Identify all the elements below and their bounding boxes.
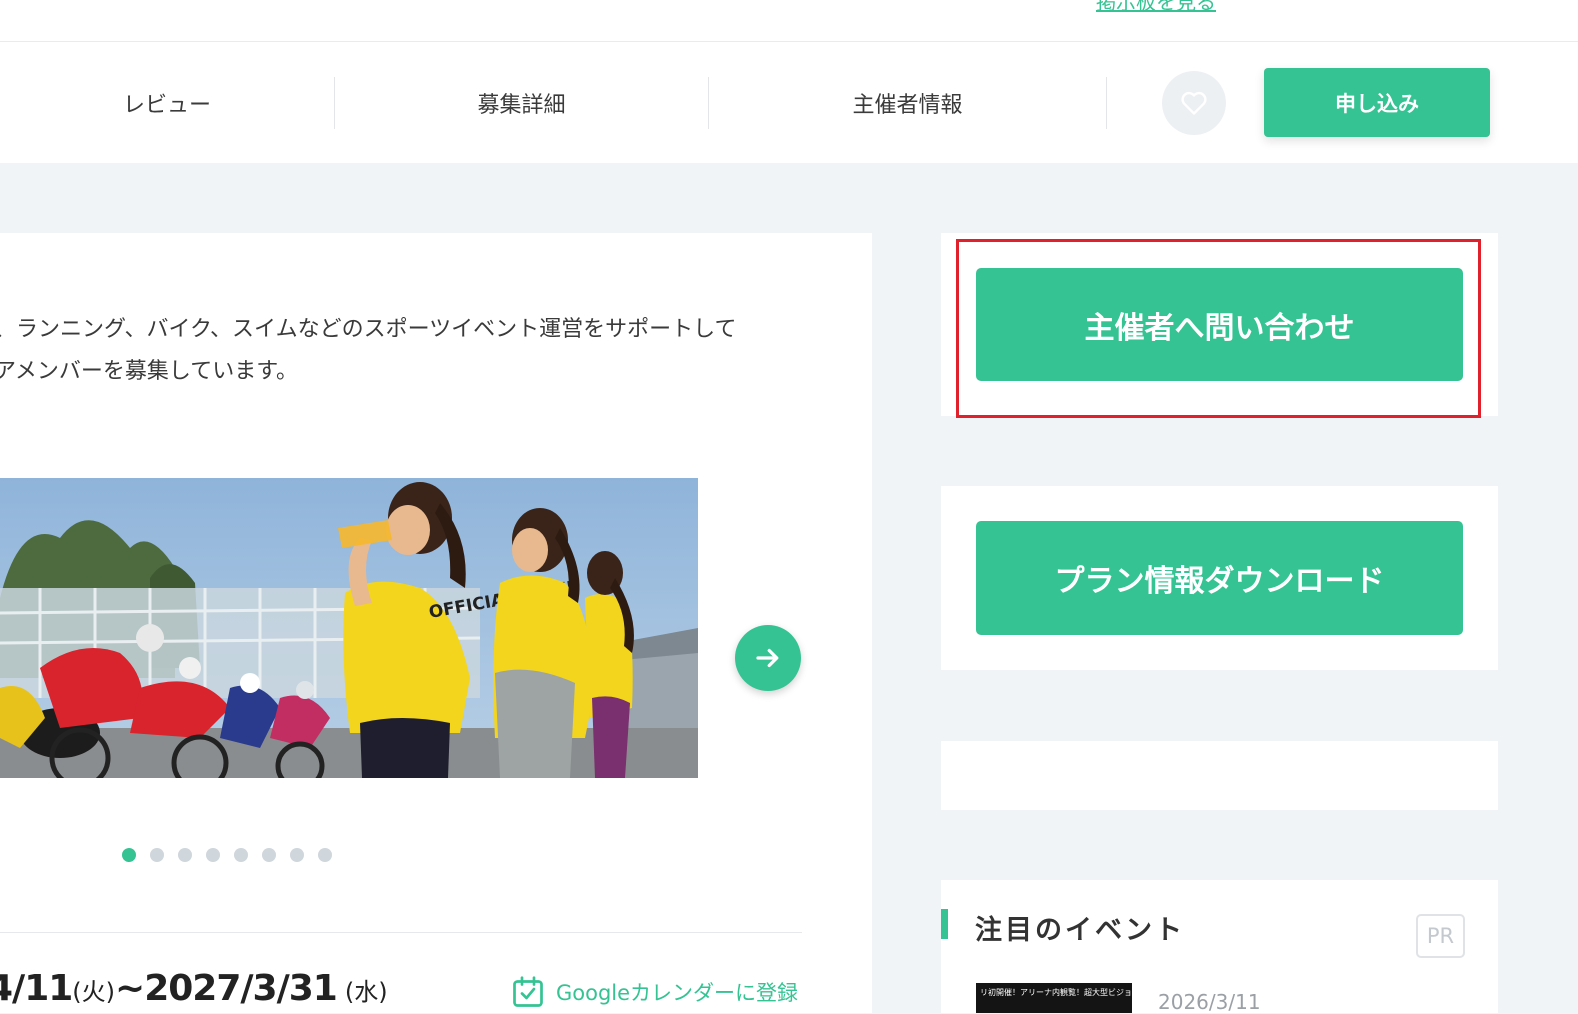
pr-badge: PR	[1416, 914, 1465, 958]
tab-label: 募集詳細	[477, 92, 566, 118]
bulletin-board-link[interactable]: 掲示板を見る	[1096, 0, 1216, 15]
event-photo-cyclists-and-staff: OFFICIAL STAFF	[0, 478, 698, 778]
carousel-dot[interactable]	[234, 848, 248, 862]
nav-divider	[1106, 77, 1107, 129]
featured-event-thumbnail[interactable]: リ初開催！アリーナ内観覧！超大型ビジョンで応	[976, 983, 1132, 1013]
recruitment-description: 、ランニング、バイク、スイムなどのスポーツイベント運営をサポートして アメンバー…	[0, 309, 737, 393]
carousel-dot[interactable]	[206, 848, 220, 862]
description-line: アメンバーを募集しています。	[0, 359, 299, 384]
carousel-dot[interactable]	[262, 848, 276, 862]
thumbnail-text: リ初開催！アリーナ内観覧！超大型ビジョンで応	[980, 988, 1132, 997]
arrow-right-icon	[756, 648, 779, 668]
empty-side-card	[941, 741, 1498, 810]
carousel-dot[interactable]	[150, 848, 164, 862]
apply-button[interactable]: 申し込み	[1264, 68, 1490, 137]
tab-organizer-info[interactable]: 主催者情報	[709, 42, 1106, 163]
featured-event-date: 2026/3/11	[1158, 990, 1261, 1014]
start-date: 4/11	[0, 968, 73, 1009]
featured-events-title: 注目のイベント	[975, 915, 1185, 946]
carousel-dot[interactable]	[318, 848, 332, 862]
tab-review[interactable]: レビュー	[0, 42, 334, 163]
contact-organizer-button[interactable]: 主催者へ問い合わせ	[976, 268, 1463, 381]
tab-recruitment-details[interactable]: 募集詳細	[335, 42, 708, 163]
tab-label: レビュー	[122, 92, 211, 118]
start-weekday: (火)	[72, 978, 116, 1006]
top-strip: 掲示板を見る	[0, 0, 1578, 42]
tab-label: 主催者情報	[852, 92, 963, 118]
carousel-pagination	[122, 848, 332, 862]
carousel-next-button[interactable]	[735, 625, 801, 691]
plan-download-button[interactable]: プラン情報ダウンロード	[976, 521, 1463, 635]
section-divider	[0, 932, 802, 933]
carousel-dot[interactable]	[290, 848, 304, 862]
end-date: 2027/3/31	[144, 968, 338, 1009]
featured-title-accent	[941, 909, 948, 939]
calendar-check-icon	[513, 976, 543, 1007]
section-nav-bar: レビュー 募集詳細 主催者情報 申し込み	[0, 42, 1578, 163]
carousel-dot[interactable]	[122, 848, 136, 862]
google-calendar-link[interactable]: Googleカレンダーに登録	[510, 974, 798, 1010]
carousel-dot[interactable]	[178, 848, 192, 862]
google-calendar-label: Googleカレンダーに登録	[556, 981, 799, 1005]
event-period: 4/11(火)~2027/3/31(水)	[0, 968, 388, 1009]
favorite-button[interactable]	[1162, 71, 1226, 135]
end-weekday: (水)	[344, 978, 388, 1006]
description-line: 、ランニング、バイク、スイムなどのスポーツイベント運営をサポートして	[0, 317, 737, 342]
heart-icon	[1181, 91, 1207, 115]
date-separator: ~	[115, 968, 145, 1009]
carousel-photo: OFFICIAL STAFF	[0, 478, 698, 778]
